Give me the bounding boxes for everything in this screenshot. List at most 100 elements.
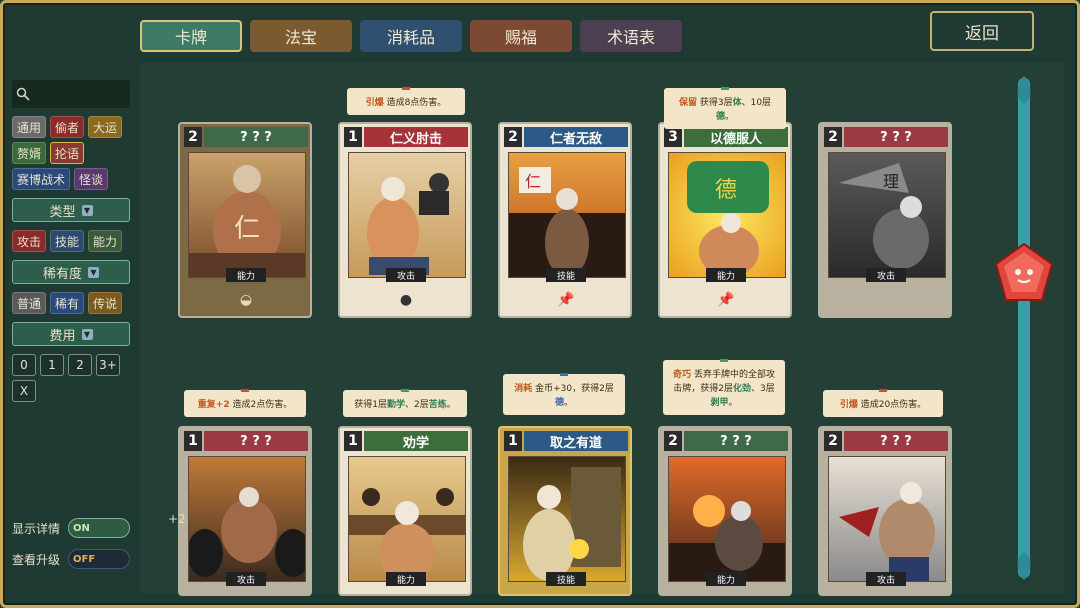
search-input[interactable] [12, 80, 130, 108]
tab-consumables[interactable]: 消耗品 [360, 20, 462, 52]
tag-analects[interactable]: 抡语 [50, 142, 85, 164]
card-cost: 2 [824, 431, 842, 451]
cost-1[interactable]: 1 [40, 354, 64, 376]
card-item[interactable]: 1 劝学 能力 [338, 426, 472, 596]
tag-weird-tales[interactable]: 怪谈 [74, 168, 109, 190]
tab-treasures[interactable]: 法宝 [250, 20, 352, 52]
cost-2[interactable]: 2 [68, 354, 92, 376]
card-title: 劝学 [364, 431, 468, 451]
rarity-common[interactable]: 普通 [12, 292, 47, 314]
tag-son-in-law[interactable]: 赘婿 [12, 142, 47, 164]
card-art [668, 456, 786, 582]
card-item[interactable]: 2 仁者无敌 仁 技能 📌 [498, 122, 632, 318]
card-title: ? ? ? [684, 431, 788, 451]
card-type-label: 能力 [706, 268, 746, 282]
card-item[interactable]: 1 ? ? ? 攻击 [178, 426, 312, 596]
tooltip-text: 。 [725, 112, 735, 122]
tooltip-highlight: 德 [554, 398, 564, 408]
bomb-icon: ● [399, 292, 413, 308]
card-item[interactable]: 2 ? ? ? 理 攻击 [818, 122, 952, 318]
tooltip-marker [401, 389, 409, 392]
rarity-legendary[interactable]: 传说 [88, 292, 123, 314]
tooltip-highlight: 苦练 [428, 400, 447, 410]
tooltip-text: 、2层 [404, 400, 429, 410]
tooltip-text: 获得3层 [699, 98, 733, 108]
tooltip-text: 造成2点伤害。 [232, 400, 293, 410]
tooltip-highlight: 德 [715, 112, 725, 122]
tag-fortune[interactable]: 大运 [88, 116, 123, 138]
card-title: ? ? ? [844, 127, 948, 147]
svg-text:理: 理 [883, 172, 899, 191]
show-details-row: 显示详情 ON [12, 518, 131, 538]
card-art [508, 456, 626, 582]
card-art: 仁 [508, 152, 626, 278]
tooltip-keyword: 重复+2 [197, 400, 230, 410]
tooltip-marker [402, 87, 410, 90]
pin-icon: 📌 [717, 292, 735, 308]
back-button[interactable]: 返回 [930, 11, 1034, 51]
card-item[interactable]: 1 取之有道 技能 [498, 426, 632, 596]
card-tooltip: 保留 获得3层体、10层德。 [664, 87, 786, 129]
view-upgrade-toggle[interactable]: OFF [68, 549, 131, 569]
filter-sidebar: 通用 偷者 大运 赘婿 抡语 赛博战术 怪谈 类型 ▼ 攻击 技能 能力 稀有度… [12, 80, 132, 402]
sort-down-icon: ▼ [81, 328, 93, 340]
show-details-toggle[interactable]: ON [68, 518, 131, 538]
card-item[interactable]: 3 以德服人 德 能力 📌 [658, 122, 792, 318]
rarity-filter-list: 普通 稀有 传说 [12, 292, 132, 314]
card-cost: 2 [184, 127, 202, 147]
tooltip-text: 获得1层 [354, 400, 387, 410]
cost-section-title[interactable]: 费用 ▼ [12, 322, 130, 346]
tooltip-marker [879, 389, 887, 392]
scrollbar-staff[interactable] [1012, 74, 1036, 582]
card-tooltip: 获得1层勤学、2层苦练。 [343, 389, 467, 417]
type-attack[interactable]: 攻击 [12, 230, 47, 252]
svg-text:仁: 仁 [525, 172, 541, 191]
tab-bar: 卡牌 法宝 消耗品 赐福 术语表 [140, 20, 682, 52]
card-cost: 1 [344, 431, 362, 451]
cost-x[interactable]: X [12, 380, 36, 402]
card-item[interactable]: 2 ? ? ? 仁 能力 ◒ [178, 122, 312, 318]
scroll-handle-gem-icon[interactable] [992, 242, 1056, 304]
tooltip-highlight: 体 [732, 98, 742, 108]
type-power[interactable]: 能力 [88, 230, 123, 252]
tag-thief[interactable]: 偷者 [50, 116, 85, 138]
rarity-rare[interactable]: 稀有 [50, 292, 85, 314]
tooltip-highlight: 勤学 [386, 400, 405, 410]
card-type-label: 能力 [386, 572, 426, 586]
tooltip-marker [241, 389, 249, 392]
type-skill[interactable]: 技能 [50, 230, 85, 252]
tab-blessings[interactable]: 赐福 [470, 20, 572, 52]
tooltip-marker [721, 87, 729, 90]
tooltip-highlight: 剥甲 [710, 398, 729, 408]
tooltip-text: 。 [564, 398, 574, 408]
card-title: ? ? ? [844, 431, 948, 451]
tooltip-keyword: 引爆 [365, 98, 384, 108]
tab-cards[interactable]: 卡牌 [140, 20, 242, 52]
card-cost: 1 [344, 127, 362, 147]
rarity-section-title[interactable]: 稀有度 ▼ [12, 260, 130, 284]
card-type-label: 技能 [546, 572, 586, 586]
tag-common[interactable]: 通用 [12, 116, 47, 138]
cost-3-plus[interactable]: 3+ [96, 354, 120, 376]
card-art: 理 [828, 152, 946, 278]
tag-cyber-tactics[interactable]: 赛博战术 [12, 168, 71, 190]
card-art [348, 456, 466, 582]
type-section-title[interactable]: 类型 ▼ [12, 198, 130, 222]
card-item[interactable]: 2 ? ? ? 能力 [658, 426, 792, 596]
pouch-icon: ◒ [239, 292, 253, 308]
card-type-label: 攻击 [866, 572, 906, 586]
card-item[interactable]: 2 ? ? ? 攻击 [818, 426, 952, 596]
cost-0[interactable]: 0 [12, 354, 36, 376]
type-filter-list: 攻击 技能 能力 [12, 230, 132, 252]
upgrade-delta-label: +2 [168, 512, 186, 526]
tooltip-text: 。 [728, 398, 738, 408]
card-art [188, 456, 306, 582]
tab-glossary[interactable]: 术语表 [580, 20, 682, 52]
card-type-label: 技能 [546, 268, 586, 282]
card-item[interactable]: 1 仁义肘击 攻击 ● [338, 122, 472, 318]
show-details-label: 显示详情 [12, 521, 61, 536]
tooltip-marker [720, 359, 728, 362]
card-title: 以德服人 [684, 127, 788, 147]
cost-filter-list: 0 1 2 3+ X [12, 354, 132, 402]
sort-down-icon: ▼ [88, 266, 99, 278]
